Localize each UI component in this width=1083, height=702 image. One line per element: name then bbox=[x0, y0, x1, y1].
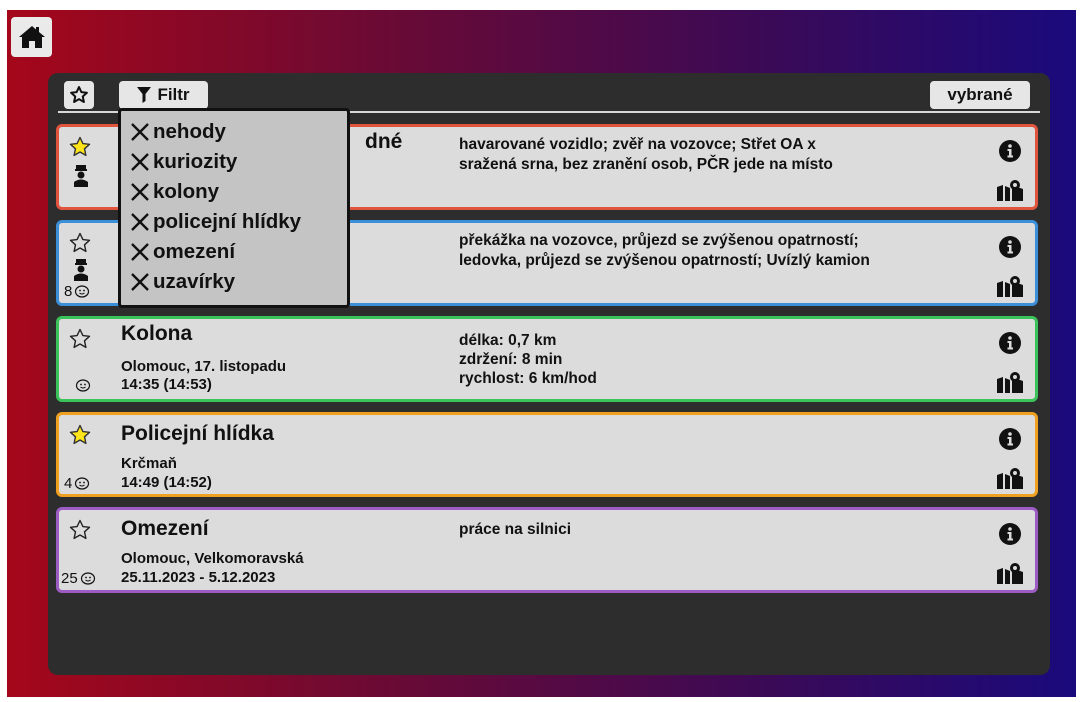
filter-option-label: uzavírky bbox=[153, 270, 236, 293]
selected-button[interactable]: vybrané bbox=[930, 81, 1030, 109]
waze-icon bbox=[75, 379, 91, 392]
event-description: havarované vozidlo; zvěř na vozovce; Stř… bbox=[459, 136, 833, 173]
waze-icon bbox=[80, 571, 95, 585]
selected-button-label: vybrané bbox=[947, 85, 1013, 104]
info-icon[interactable] bbox=[999, 140, 1021, 162]
funnel-icon bbox=[137, 87, 152, 103]
info-icon[interactable] bbox=[999, 523, 1021, 545]
filter-option-kolony[interactable]: kolony bbox=[129, 178, 219, 206]
home-button[interactable] bbox=[11, 17, 52, 57]
event-title: Kolona bbox=[121, 322, 193, 345]
map-location-icon[interactable] bbox=[997, 275, 1023, 297]
map-location-icon[interactable] bbox=[997, 467, 1023, 489]
filter-option-label: kolony bbox=[153, 180, 220, 203]
checkbox-checked-icon[interactable] bbox=[129, 271, 151, 293]
event-location: Krčmaň bbox=[121, 455, 177, 472]
event-title: dné bbox=[365, 130, 403, 153]
event-description: práce na silnici bbox=[459, 521, 571, 538]
waze-icon bbox=[75, 476, 90, 490]
event-title: Omezení bbox=[121, 517, 209, 540]
filter-option-policejni-hlidky[interactable]: policejní hlídky bbox=[129, 208, 301, 236]
info-icon[interactable] bbox=[999, 428, 1021, 450]
star-outline-icon[interactable] bbox=[68, 518, 92, 542]
filter-option-omezeni[interactable]: omezení bbox=[129, 238, 235, 266]
filter-option-nehody[interactable]: nehody bbox=[129, 118, 226, 146]
checkbox-checked-icon[interactable] bbox=[129, 241, 151, 263]
filter-button[interactable]: Filtr bbox=[119, 81, 208, 109]
home-icon bbox=[18, 26, 45, 48]
checkbox-checked-icon[interactable] bbox=[129, 121, 151, 143]
star-filled-icon[interactable] bbox=[68, 423, 92, 447]
info-icon[interactable] bbox=[999, 332, 1021, 354]
filter-option-kuriozity[interactable]: kuriozity bbox=[129, 148, 237, 176]
map-location-icon[interactable] bbox=[997, 179, 1023, 201]
police-officer-icon bbox=[74, 165, 88, 187]
event-title: Policejní hlídka bbox=[121, 422, 274, 445]
star-outline-icon[interactable] bbox=[68, 327, 92, 351]
checkbox-checked-icon[interactable] bbox=[129, 151, 151, 173]
filter-option-uzavirky[interactable]: uzavírky bbox=[129, 268, 235, 296]
event-description: překážka na vozovce, průjezd se zvýšenou… bbox=[459, 232, 870, 269]
event-location: Olomouc, Velkomoravská bbox=[121, 550, 304, 567]
filter-option-label: omezení bbox=[153, 240, 236, 263]
event-card-kolona[interactable]: Kolona Olomouc, 17. listopadu 14:35 (14:… bbox=[56, 316, 1038, 402]
waze-report-count: 4 bbox=[64, 475, 90, 492]
checkbox-checked-icon[interactable] bbox=[129, 181, 151, 203]
favorites-toggle-button[interactable] bbox=[64, 81, 94, 109]
map-location-icon[interactable] bbox=[997, 371, 1023, 393]
star-outline-icon bbox=[70, 86, 88, 103]
event-card-police-patrol[interactable]: 4 Policejní hlídka Krčmaň 14:49 (14:52) bbox=[56, 412, 1038, 497]
filter-option-label: nehody bbox=[153, 120, 226, 143]
waze-report-count: 25 bbox=[61, 570, 96, 587]
event-description: délka: 0,7 km zdržení: 8 min rychlost: 6… bbox=[459, 332, 597, 387]
star-outline-icon[interactable] bbox=[68, 231, 92, 255]
event-time: 14:35 (14:53) bbox=[121, 376, 212, 393]
info-icon[interactable] bbox=[999, 236, 1021, 258]
event-time: 25.11.2023 - 5.12.2023 bbox=[121, 569, 276, 586]
waze-report-count: 8 bbox=[64, 283, 90, 300]
checkbox-checked-icon[interactable] bbox=[129, 211, 151, 233]
waze-icon bbox=[75, 284, 90, 298]
filter-option-label: policejní hlídky bbox=[153, 210, 302, 233]
filter-dropdown: nehody kuriozity kolony policejní hlídky… bbox=[118, 108, 350, 308]
event-card-restriction[interactable]: 25 Omezení Olomouc, Velkomoravská 25.11.… bbox=[56, 507, 1038, 593]
star-filled-icon[interactable] bbox=[68, 135, 92, 159]
event-time: 14:49 (14:52) bbox=[121, 474, 212, 491]
filter-button-label: Filtr bbox=[157, 85, 190, 104]
filter-option-label: kuriozity bbox=[153, 150, 238, 173]
police-officer-icon bbox=[74, 259, 88, 281]
event-location: Olomouc, 17. listopadu bbox=[121, 358, 287, 375]
map-location-icon[interactable] bbox=[997, 562, 1023, 584]
waze-report-count bbox=[75, 379, 91, 393]
